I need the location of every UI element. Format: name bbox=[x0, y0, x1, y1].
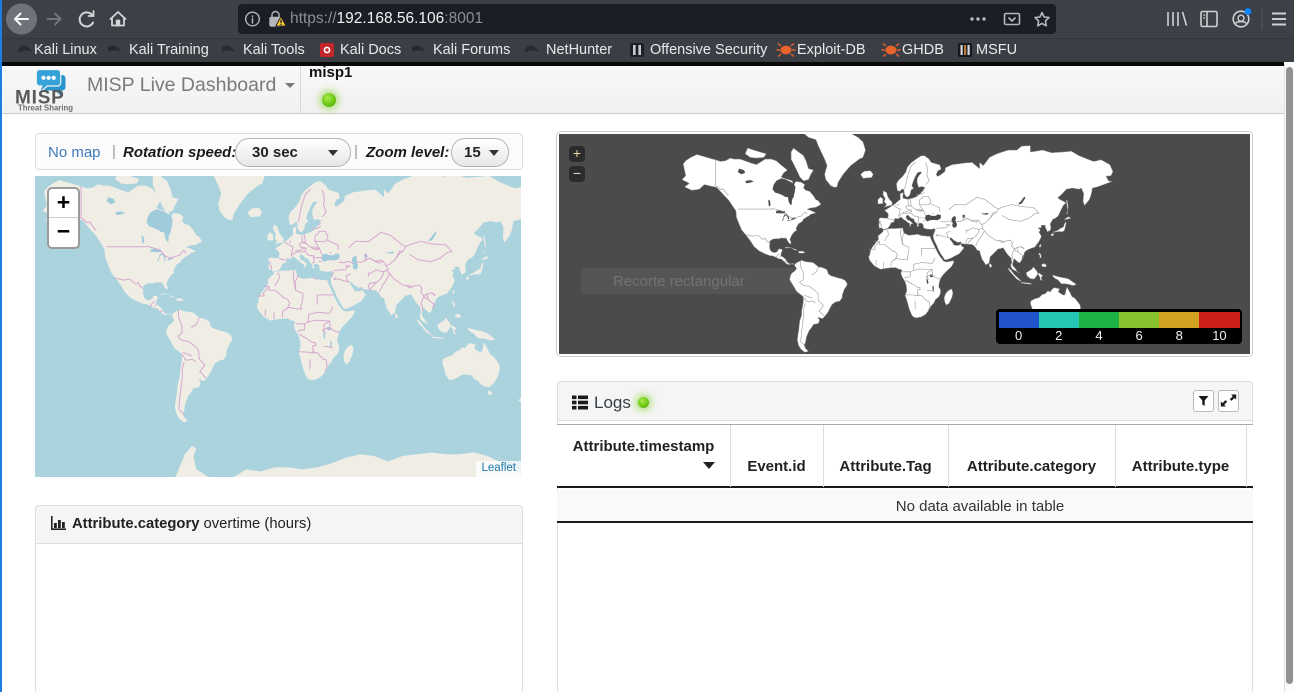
svg-text:Threat Sharing: Threat Sharing bbox=[18, 104, 73, 113]
